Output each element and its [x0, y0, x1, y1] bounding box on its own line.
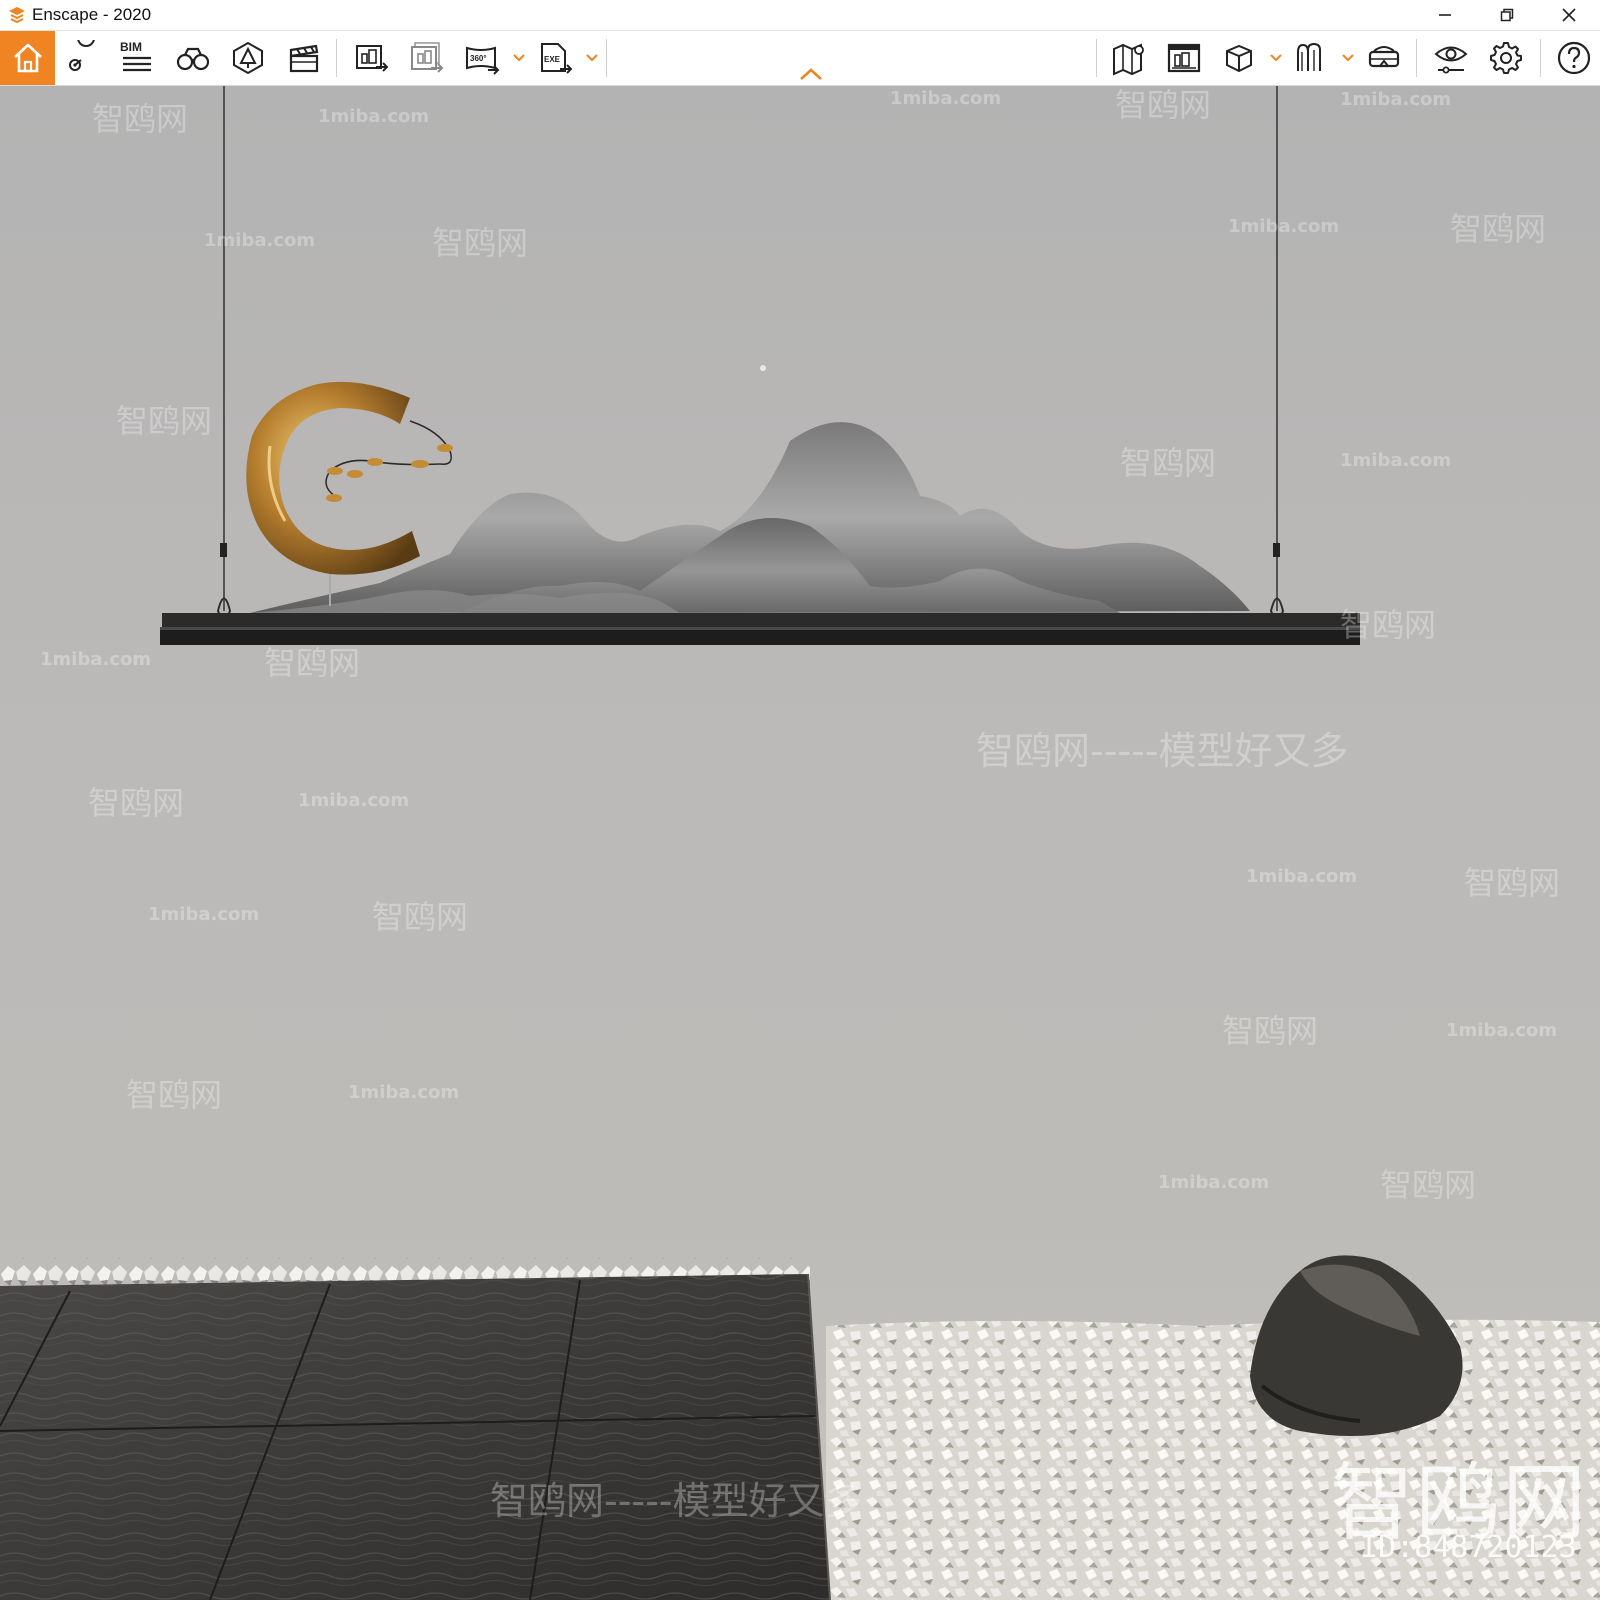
home-icon: [13, 43, 42, 73]
watermark-url: 1miba.com: [1158, 1172, 1270, 1193]
binoculars-icon: [176, 47, 210, 71]
material-dropdown[interactable]: [1341, 49, 1355, 67]
watermark-url: 1miba.com: [1340, 450, 1452, 471]
clapperboard-icon: [289, 44, 319, 73]
tree-asset-icon: [233, 41, 263, 75]
chevron-down-icon: [1270, 54, 1282, 62]
help-button[interactable]: [1548, 31, 1600, 85]
vr-headset-icon: [1368, 46, 1400, 68]
watermark-url: 1miba.com: [1246, 866, 1358, 887]
toolbar-separator: [1416, 39, 1417, 77]
watermark-url: 1miba.com: [1446, 1020, 1558, 1041]
svg-text:EXE: EXE: [544, 55, 561, 64]
map-icon: [1113, 43, 1144, 76]
restore-icon: [1500, 8, 1514, 22]
watermark-site: 智鸥网: [1464, 864, 1561, 902]
minimize-button[interactable]: [1414, 0, 1476, 30]
watermark-site: 智鸥网: [92, 100, 189, 138]
view-cube-button[interactable]: [1213, 31, 1265, 85]
watermark-site: 智鸥网: [372, 898, 469, 936]
render-scene: [0, 86, 1600, 1600]
watermark-site: 智鸥网: [432, 224, 529, 262]
svg-text:360°: 360°: [470, 54, 487, 63]
exe-export-icon: EXE: [541, 43, 573, 74]
enscape-logo-icon: [9, 7, 25, 24]
walk-mode-button[interactable]: [167, 31, 219, 85]
exe-export-button[interactable]: EXE: [530, 31, 582, 85]
render-gallery-button[interactable]: [1158, 31, 1210, 85]
assets-button[interactable]: [222, 31, 274, 85]
title-bar: Enscape - 2020: [0, 0, 1600, 31]
minimize-icon: [1439, 14, 1451, 16]
panorama-dropdown[interactable]: [512, 49, 526, 67]
watermark-slogan: 智鸥网-----模型好又多: [976, 729, 1349, 773]
help-icon: [1557, 41, 1591, 75]
watermark-site: 智鸥网: [1115, 86, 1212, 124]
batch-render-button[interactable]: [401, 31, 453, 85]
watermark-url: 1miba.com: [348, 1082, 460, 1103]
enscape-toolbar: BIM 360° EXE: [0, 31, 1600, 86]
general-settings-button[interactable]: [1480, 31, 1532, 85]
material-icon: [1297, 42, 1321, 71]
gear-icon: [1490, 42, 1522, 74]
close-icon: [1562, 8, 1576, 22]
chevron-down-icon: [586, 54, 598, 62]
watermark-url: 1miba.com: [1228, 216, 1340, 237]
toolbar-separator: [1096, 39, 1097, 77]
home-button[interactable]: [0, 31, 55, 85]
watermark-url: 1miba.com: [1340, 89, 1452, 110]
visual-settings-button[interactable]: [1425, 31, 1477, 85]
views-button[interactable]: [57, 31, 109, 85]
chevron-down-icon: [513, 54, 525, 62]
map-pin-icon: [69, 40, 95, 71]
watermark-slogan: 智鸥网-----模型好又多: [490, 1479, 863, 1523]
watermark-site: 智鸥网: [1380, 1166, 1477, 1204]
exe-export-dropdown[interactable]: [585, 49, 599, 67]
watermark-site: 智鸥网: [1340, 606, 1437, 644]
watermark-site: 智鸥网: [126, 1076, 223, 1114]
batch-render-icon: [411, 42, 444, 73]
toolbar-separator: [606, 39, 607, 77]
watermark-site: 智鸥网: [1222, 1012, 1319, 1050]
vr-headset-button[interactable]: [1358, 31, 1410, 85]
panorama-360-icon: 360°: [466, 46, 500, 75]
watermark-site: 智鸥网: [1450, 210, 1547, 248]
toolbar-separator: [336, 39, 337, 77]
map-button[interactable]: [1103, 31, 1155, 85]
material-editor-button[interactable]: [1285, 31, 1337, 85]
view-cube-dropdown[interactable]: [1269, 49, 1283, 67]
restore-button[interactable]: [1476, 0, 1538, 30]
close-button[interactable]: [1538, 0, 1600, 30]
watermark-site: 智鸥网: [116, 402, 213, 440]
eye-settings-icon: [1434, 46, 1468, 74]
collapse-toolbar-chevron-icon[interactable]: [798, 66, 824, 82]
video-editor-button[interactable]: [278, 31, 330, 85]
watermark-site: 智鸥网: [1120, 444, 1217, 482]
screenshot-button[interactable]: [346, 31, 398, 85]
watermark-url: 1miba.com: [40, 649, 152, 670]
toolbar-separator: [1540, 39, 1541, 77]
window-title: Enscape - 2020: [32, 5, 152, 24]
render-gallery-icon: [1167, 43, 1201, 73]
chevron-down-icon: [1342, 54, 1354, 62]
bim-label: BIM: [120, 40, 142, 54]
watermark-url: 1miba.com: [204, 230, 316, 251]
panorama-360-button[interactable]: 360°: [456, 31, 508, 85]
cube-icon: [1226, 44, 1252, 73]
render-viewport[interactable]: 智鸥网 1miba.com 1miba.com 智鸥网 1miba.com 1m…: [0, 86, 1600, 1600]
watermark-url: 1miba.com: [148, 904, 260, 925]
watermark-url: 1miba.com: [318, 106, 430, 127]
screenshot-export-icon: [356, 45, 389, 72]
watermark-site: 智鸥网: [264, 644, 361, 682]
watermark-site: 智鸥网: [88, 784, 185, 822]
watermark-id: ID:848720123: [1360, 1530, 1577, 1565]
watermark-url: 1miba.com: [298, 790, 410, 811]
watermark-url: 1miba.com: [890, 88, 1002, 109]
window-controls: [1414, 0, 1600, 30]
